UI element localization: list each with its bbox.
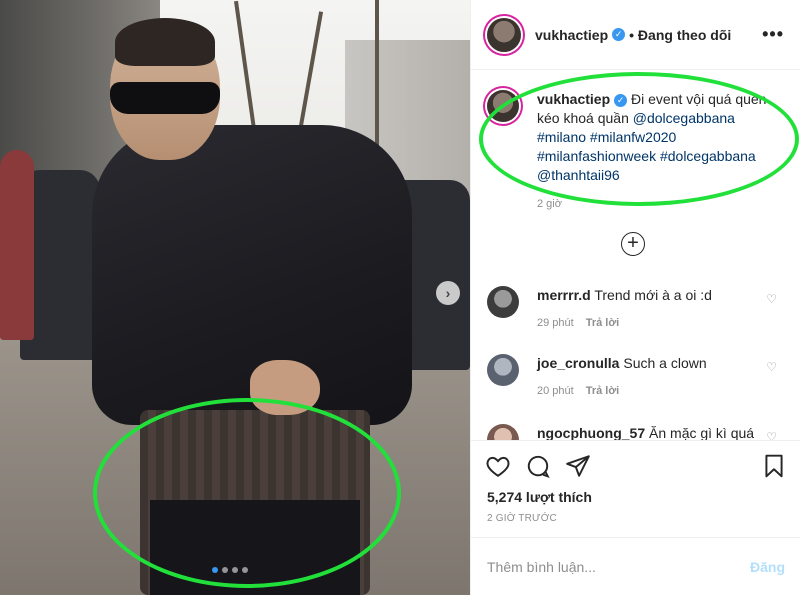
next-arrow-icon[interactable]: › — [436, 281, 460, 305]
heart-icon[interactable] — [485, 453, 511, 484]
annotation-circle-caption — [479, 72, 799, 206]
post-photo[interactable]: › — [0, 0, 470, 595]
heart-icon[interactable]: ♡ — [766, 292, 777, 306]
comment-text: Ăn mặc gì kì quá — [649, 425, 755, 440]
comment-body: ngocphuong_57 Ăn mặc gì kì quá — [537, 424, 757, 440]
bookmark-icon[interactable] — [761, 453, 787, 484]
comment-body: merrrr.d Trend mới à a oi :d 29 phút Trả … — [537, 286, 757, 332]
reply-button[interactable]: Trả lời — [586, 385, 620, 397]
list-item: ngocphuong_57 Ăn mặc gì kì quá ♡ — [487, 424, 787, 440]
avatar[interactable] — [487, 424, 519, 440]
photo-person-sunglasses — [110, 82, 220, 114]
comment-username[interactable]: merrrr.d — [537, 287, 591, 303]
carousel-dot — [242, 567, 248, 573]
comments-list: merrrr.d Trend mới à a oi :d 29 phút Trả … — [471, 270, 800, 440]
photo-person-hair — [115, 18, 215, 66]
post-header: vukhactiep ✓ • Đang theo dõi ••• — [471, 0, 800, 70]
list-item: merrrr.d Trend mới à a oi :d 29 phút Trả … — [487, 286, 787, 332]
action-icons — [485, 453, 591, 484]
post-side-panel: vukhactiep ✓ • Đang theo dõi ••• vukhact… — [470, 0, 800, 595]
carousel-dot — [222, 567, 228, 573]
carousel-dot — [232, 567, 238, 573]
carousel-dot — [212, 567, 218, 573]
annotation-circle-photo — [93, 398, 401, 588]
avatar[interactable] — [487, 286, 519, 318]
comment-text: Trend mới à a oi :d — [594, 287, 712, 303]
avatar[interactable] — [487, 354, 519, 386]
verified-badge-icon: ✓ — [612, 28, 626, 41]
carousel-dots — [212, 567, 248, 573]
post-actions: 5,274 lượt thích 2 GIỜ TRƯỚC Thêm bình l… — [471, 440, 800, 595]
heart-icon[interactable]: ♡ — [766, 430, 777, 440]
comment-time: 29 phút — [537, 317, 574, 329]
load-more-icon[interactable]: + — [621, 232, 645, 256]
likes-count[interactable]: 5,274 lượt thích — [487, 489, 592, 505]
comment-username[interactable]: joe_cronulla — [537, 355, 619, 371]
more-options-icon[interactable]: ••• — [762, 24, 784, 45]
avatar[interactable] — [487, 17, 521, 52]
post-comment-button[interactable]: Đăng — [750, 559, 785, 575]
add-comment-bar: Thêm bình luận... Đăng — [471, 537, 800, 595]
list-item: joe_cronulla Such a clown 20 phút Trả lời… — [487, 354, 787, 400]
header-username[interactable]: vukhactiep — [535, 27, 608, 43]
comment-text: Such a clown — [623, 355, 707, 371]
comment-username[interactable]: ngocphuong_57 — [537, 425, 645, 440]
comment-time: 20 phút — [537, 385, 574, 397]
photo-crowd — [0, 150, 34, 340]
share-icon[interactable] — [565, 453, 591, 484]
comment-body: joe_cronulla Such a clown 20 phút Trả lời — [537, 354, 757, 400]
comment-icon[interactable] — [525, 453, 551, 484]
post-timestamp: 2 GIỜ TRƯỚC — [487, 513, 557, 524]
heart-icon[interactable]: ♡ — [766, 360, 777, 374]
reply-button[interactable]: Trả lời — [586, 317, 620, 329]
follow-status[interactable]: • Đang theo dõi — [629, 27, 731, 43]
comment-input[interactable]: Thêm bình luận... — [487, 559, 596, 575]
